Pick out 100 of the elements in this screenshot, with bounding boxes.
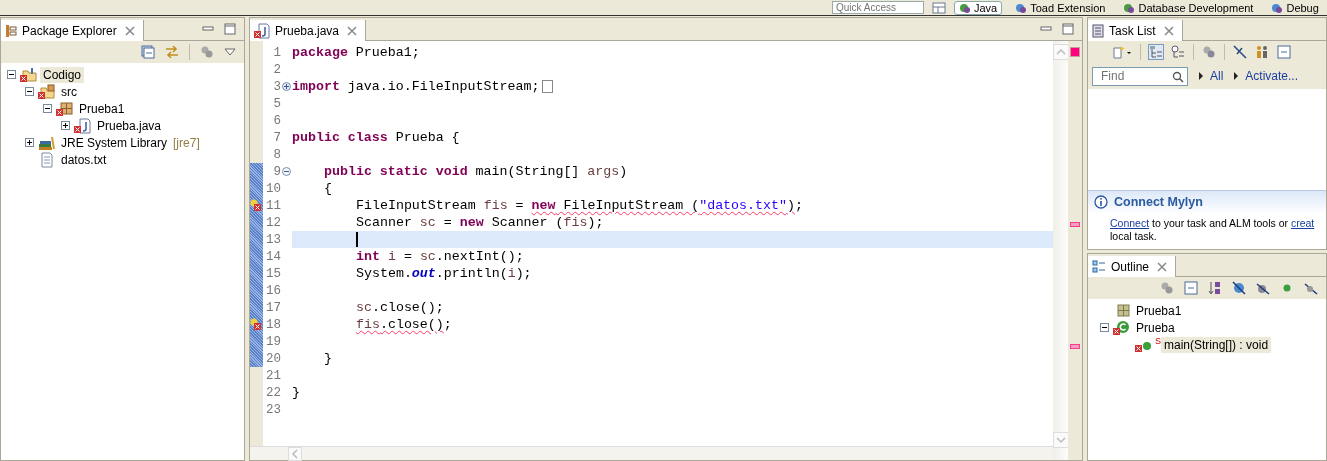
dropdown-icon[interactable]: [224, 48, 236, 56]
fold-icon[interactable]: [282, 82, 291, 91]
code-line: int i = sc.nextInt();: [356, 248, 524, 265]
line-number: 16: [265, 283, 281, 298]
static-modifier-marker: S: [1155, 336, 1161, 346]
collapse-all-icon[interactable]: [1277, 45, 1291, 59]
filter-link[interactable]: Activate...: [1245, 69, 1299, 83]
tree-item[interactable]: Prueba1: [1133, 302, 1185, 319]
code-line: sc.close();: [356, 299, 444, 316]
filter-link[interactable]: All: [1210, 69, 1224, 83]
close-icon[interactable]: [347, 25, 358, 36]
tree-item-decoration: [jre7]: [173, 135, 200, 150]
create-link[interactable]: creat: [1290, 217, 1315, 229]
perspective-button[interactable]: Toad Extension: [1010, 0, 1111, 15]
task-list-icon: [1092, 23, 1104, 38]
tree-toggle[interactable]: [25, 138, 34, 147]
line-number: 13: [265, 232, 281, 247]
tree-toggle[interactable]: [7, 70, 16, 79]
code-line: import java.io.FileInputStream;: [292, 78, 540, 95]
scheduled-list-icon[interactable]: [1171, 45, 1185, 59]
close-icon[interactable]: [124, 25, 135, 36]
hide-members-icon[interactable]: [1304, 281, 1318, 295]
maximize-icon[interactable]: [224, 23, 236, 35]
sync-icon[interactable]: [1160, 281, 1174, 295]
close-icon[interactable]: [1163, 25, 1174, 36]
perspective-button[interactable]: Debug: [1266, 0, 1324, 15]
code-line: public class Prueba {: [292, 129, 460, 146]
package-explorer-icon: [5, 23, 17, 38]
line-number: 18: [265, 317, 281, 332]
link-arrows-icon[interactable]: [165, 45, 179, 59]
line-number: 17: [265, 300, 281, 315]
line-number: 21: [265, 368, 281, 383]
error-overview-marker[interactable]: [1070, 343, 1080, 349]
tree-item[interactable]: Prueba.java: [94, 117, 165, 134]
sync-icon[interactable]: [200, 45, 214, 59]
perspective-icon: [1271, 1, 1284, 14]
line-number: 20: [265, 351, 281, 366]
line-number: 9: [272, 164, 281, 179]
tree-toggle[interactable]: [61, 121, 70, 130]
open-perspective-icon[interactable]: [932, 1, 946, 14]
perspective-button[interactable]: Database Development: [1118, 0, 1259, 15]
line-number: 19: [265, 334, 281, 349]
tree-item[interactable]: Codigo: [40, 66, 85, 83]
tree-item[interactable]: main(String[]) : void: [1161, 336, 1272, 353]
tree-item[interactable]: Prueba: [1133, 319, 1178, 336]
tree-item[interactable]: src: [58, 83, 80, 100]
collapse-all-icon[interactable]: [141, 45, 155, 59]
editor-tab[interactable]: Prueba.java: [250, 20, 367, 41]
perspective-icon: [1123, 1, 1136, 14]
line-number: 5: [272, 96, 281, 111]
tree-toggle[interactable]: [1100, 323, 1109, 332]
view-tab[interactable]: Task List: [1088, 20, 1183, 41]
quick-access-field[interactable]: Quick Access: [832, 1, 924, 14]
view-tab[interactable]: Package Explorer: [1, 20, 144, 41]
new-task-icon[interactable]: [1112, 45, 1132, 59]
perspective-button[interactable]: Java: [954, 0, 1003, 15]
tree-item[interactable]: datos.txt: [58, 151, 110, 168]
code-line: FileInputStream fis = new FileInputStream ("datos.txt");: [356, 197, 803, 214]
text-cursor: [356, 232, 358, 247]
connect-link[interactable]: Connect: [1110, 217, 1150, 229]
horizontal-scrollbar[interactable]: [250, 446, 1053, 460]
categorized-list-icon[interactable]: [1149, 45, 1163, 59]
collapse-all-icon[interactable]: [1184, 281, 1198, 295]
perspective-icon: [959, 1, 971, 14]
code-line: fis.close();: [356, 316, 452, 333]
vertical-scrollbar[interactable]: [1053, 41, 1068, 460]
error-summary-marker[interactable]: [1070, 47, 1080, 57]
focus-icon[interactable]: [1233, 45, 1247, 59]
sort-icon[interactable]: [1208, 281, 1222, 295]
tree-item[interactable]: JRE System Library: [58, 134, 171, 151]
tree-toggle[interactable]: [43, 104, 52, 113]
outline-icon: [1092, 259, 1106, 274]
close-icon[interactable]: [1157, 261, 1168, 272]
view-tab[interactable]: Outline: [1088, 256, 1177, 277]
code-line: Scanner sc = new Scanner (fis);: [356, 214, 604, 231]
line-number: 15: [265, 266, 281, 281]
line-number: 7: [272, 130, 281, 145]
line-number: 23: [265, 402, 281, 417]
search-icon: [1172, 70, 1184, 83]
line-number: 8: [272, 147, 281, 162]
sync-icon[interactable]: [1202, 45, 1216, 59]
code-line: public static void main(String[] args): [324, 163, 628, 180]
hide-fields-icon[interactable]: [1232, 281, 1246, 295]
tree-item[interactable]: Prueba1: [76, 100, 128, 117]
error-overview-marker[interactable]: [1070, 221, 1080, 227]
find-field[interactable]: Find: [1092, 66, 1188, 86]
maximize-icon[interactable]: [1062, 23, 1074, 35]
perspective-icon: [1015, 1, 1028, 14]
code-line: package Prueba1;: [292, 44, 420, 61]
line-number: 6: [272, 113, 281, 128]
hide-static-icon[interactable]: [1256, 281, 1270, 295]
code-line: }: [324, 350, 332, 367]
info-icon: [1094, 195, 1108, 209]
expand-triangle-icon: [1198, 71, 1204, 81]
line-number: 14: [265, 249, 281, 264]
fold-icon[interactable]: [282, 167, 291, 176]
people-icon[interactable]: [1255, 45, 1269, 59]
tree-toggle[interactable]: [25, 87, 34, 96]
code-line: }: [292, 384, 300, 401]
folded-code-marker[interactable]: [542, 80, 554, 93]
